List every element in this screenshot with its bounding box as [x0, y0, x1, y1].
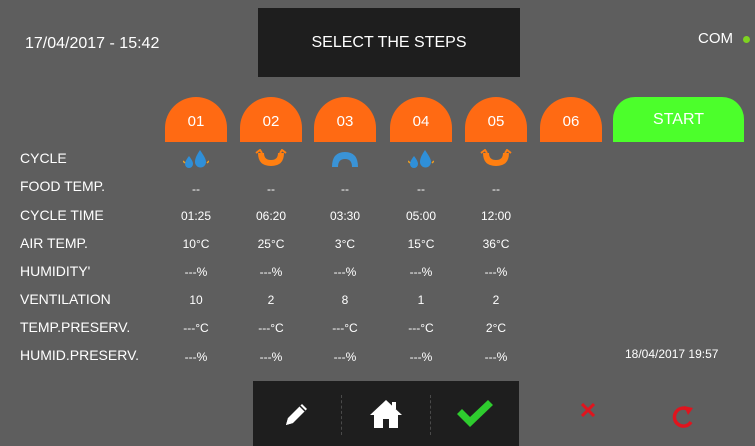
humidity-value[interactable]: ---% — [165, 265, 227, 279]
humidity-value[interactable]: ---% — [240, 265, 302, 279]
humid-preserv-value[interactable]: ---% — [314, 350, 376, 364]
start-button[interactable]: START — [613, 97, 744, 142]
com-label: COM — [698, 30, 733, 47]
step-tab-05[interactable]: 05 — [465, 97, 527, 142]
food-temp-value[interactable]: -- — [465, 182, 527, 196]
ventilation-value[interactable]: 2 — [465, 293, 527, 307]
confirm-button[interactable] — [431, 381, 519, 446]
step-label: 01 — [187, 113, 205, 130]
humidity-value[interactable]: ---% — [465, 265, 527, 279]
ventilation-value[interactable]: 1 — [390, 293, 452, 307]
pencil-icon — [286, 403, 307, 425]
cycle-time-value[interactable]: 06:20 — [240, 209, 302, 223]
preserv-datetime: 18/04/2017 19:57 — [625, 347, 719, 361]
row-label-humidity: HUMIDITY' — [20, 263, 91, 279]
row-label-temp-preserv: TEMP.PRESERV. — [20, 319, 131, 335]
step-label: 06 — [562, 113, 580, 130]
step-label: 04 — [412, 113, 430, 130]
step-tab-03[interactable]: 03 — [314, 97, 376, 142]
checkmark-icon — [457, 399, 493, 427]
reset-icon — [672, 406, 693, 428]
cancel-icon — [581, 403, 595, 417]
humid-preserv-value[interactable]: ---% — [165, 350, 227, 364]
step-tab-02[interactable]: 02 — [240, 97, 302, 142]
food-temp-value[interactable]: -- — [165, 182, 227, 196]
bottom-action-bar — [253, 381, 519, 446]
row-label-ventilation: VENTILATION — [20, 291, 111, 307]
humid-preserv-value[interactable]: ---% — [390, 350, 452, 364]
cancel-button[interactable] — [574, 396, 602, 424]
temp-preserv-value[interactable]: 2°C — [465, 321, 527, 335]
air-temp-value[interactable]: 36°C — [465, 237, 527, 251]
cycle-time-value[interactable]: 01:25 — [165, 209, 227, 223]
u-bowl-icon[interactable] — [465, 148, 527, 170]
datetime: 17/04/2017 - 15:42 — [25, 35, 160, 52]
water-drops-icon[interactable] — [390, 148, 452, 170]
home-button[interactable] — [342, 381, 430, 446]
food-temp-value[interactable]: -- — [390, 182, 452, 196]
row-label-humid-preserv: HUMID.PRESERV. — [20, 347, 140, 363]
air-temp-value[interactable]: 3°C — [314, 237, 376, 251]
cycle-time-value[interactable]: 03:30 — [314, 209, 376, 223]
food-temp-value[interactable]: -- — [314, 182, 376, 196]
row-label-cycle: CYCLE — [20, 150, 67, 166]
step-label: 02 — [262, 113, 280, 130]
u-bowl-icon[interactable] — [240, 148, 302, 170]
air-temp-value[interactable]: 15°C — [390, 237, 452, 251]
step-tab-06[interactable]: 06 — [540, 97, 602, 142]
step-tab-01[interactable]: 01 — [165, 97, 227, 142]
temp-preserv-value[interactable]: ---°C — [390, 321, 452, 335]
arc-icon[interactable] — [314, 148, 376, 170]
humidity-value[interactable]: ---% — [314, 265, 376, 279]
step-label: 05 — [487, 113, 505, 130]
edit-button[interactable] — [253, 381, 341, 446]
page-title: SELECT THE STEPS — [258, 8, 520, 77]
cycle-time-value[interactable]: 12:00 — [465, 209, 527, 223]
air-temp-value[interactable]: 25°C — [240, 237, 302, 251]
air-temp-value[interactable]: 10°C — [165, 237, 227, 251]
food-temp-value[interactable]: -- — [240, 182, 302, 196]
humid-preserv-value[interactable]: ---% — [240, 350, 302, 364]
step-tab-04[interactable]: 04 — [390, 97, 452, 142]
row-label-food-temp: FOOD TEMP. — [20, 178, 106, 194]
temp-preserv-value[interactable]: ---°C — [240, 321, 302, 335]
temp-preserv-value[interactable]: ---°C — [314, 321, 376, 335]
ventilation-value[interactable]: 2 — [240, 293, 302, 307]
water-drops-icon[interactable] — [165, 148, 227, 170]
com-status-dot — [743, 36, 750, 43]
reset-button[interactable] — [668, 402, 698, 432]
temp-preserv-value[interactable]: ---°C — [165, 321, 227, 335]
ventilation-value[interactable]: 8 — [314, 293, 376, 307]
ventilation-value[interactable]: 10 — [165, 293, 227, 307]
humid-preserv-value[interactable]: ---% — [465, 350, 527, 364]
home-icon — [370, 399, 402, 428]
step-label: 03 — [336, 113, 354, 130]
row-label-air-temp: AIR TEMP. — [20, 235, 88, 251]
humidity-value[interactable]: ---% — [390, 265, 452, 279]
cycle-time-value[interactable]: 05:00 — [390, 209, 452, 223]
row-label-cycle-time: CYCLE TIME — [20, 207, 104, 223]
